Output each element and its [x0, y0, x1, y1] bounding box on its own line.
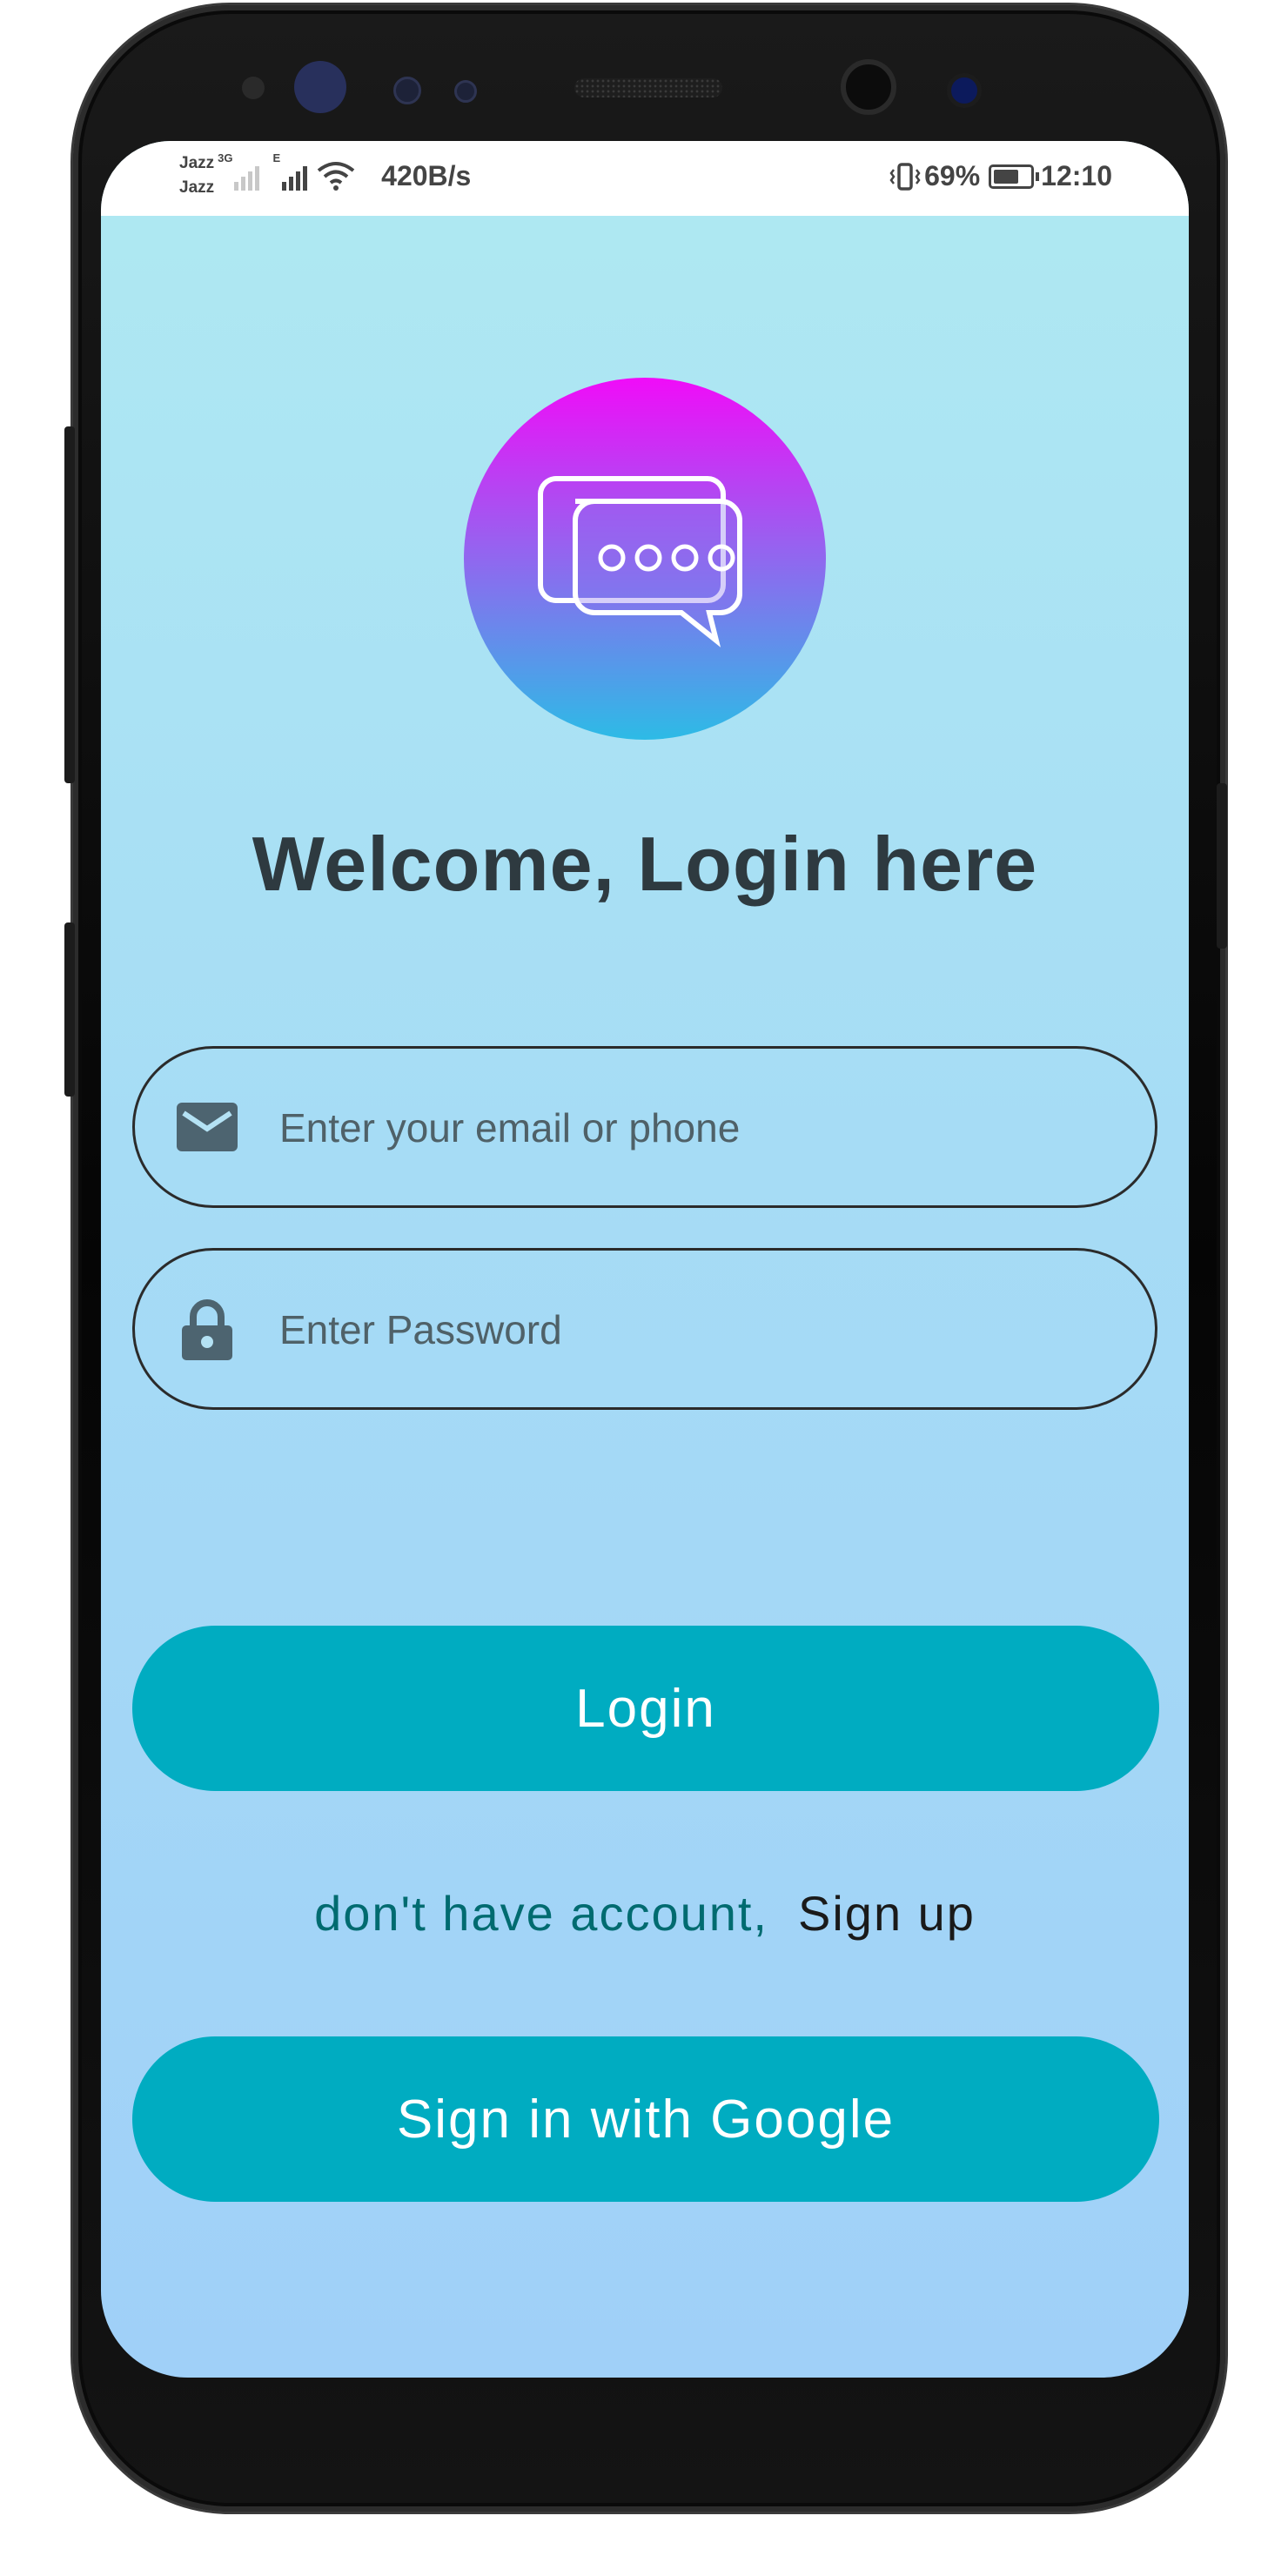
bixby-button	[64, 922, 75, 1097]
status-left: Jazz Jazz 3G E 420B/s	[179, 151, 471, 200]
carrier-names: Jazz Jazz	[179, 151, 214, 200]
password-field[interactable]	[132, 1248, 1157, 1410]
sensor-dot	[393, 77, 421, 104]
signup-prompt: don't have account,	[314, 1886, 768, 1941]
password-input[interactable]	[278, 1285, 1117, 1374]
login-button[interactable]: Login	[132, 1626, 1159, 1791]
lock-icon	[182, 1299, 232, 1360]
signal-icon	[234, 161, 262, 191]
email-input[interactable]	[278, 1083, 1117, 1172]
volume-button	[64, 426, 75, 783]
signup-row: don't have account, Sign up	[101, 1885, 1189, 1942]
page-title: Welcome, Login here	[252, 821, 1038, 907]
status-bar: Jazz Jazz 3G E 420B/s 69% 12:10	[101, 141, 1189, 216]
google-signin-button[interactable]: Sign in with Google	[132, 2036, 1159, 2202]
email-field[interactable]	[132, 1046, 1157, 1208]
app-logo	[464, 378, 826, 740]
signup-link[interactable]: Sign up	[798, 1886, 976, 1941]
network-type: E	[272, 151, 281, 164]
earpiece-speaker	[574, 78, 722, 97]
battery-icon	[989, 164, 1040, 189]
front-camera	[841, 59, 896, 115]
carrier-name: Jazz	[179, 178, 215, 197]
carrier-name: Jazz	[179, 154, 215, 172]
mail-icon	[177, 1103, 238, 1151]
status-right: 69% 12:10	[889, 160, 1112, 192]
sensor-dot	[454, 80, 477, 103]
power-button	[1217, 783, 1227, 949]
sensor-dot	[242, 77, 265, 99]
net-speed: 420B/s	[381, 159, 472, 191]
clock: 12:10	[1041, 160, 1112, 191]
chat-bubbles-icon	[538, 476, 742, 647]
app-screen: Jazz Jazz 3G E 420B/s 69% 12:10 Welcome,…	[101, 141, 1189, 2378]
network-type: 3G	[218, 151, 233, 164]
vibrate-icon	[889, 162, 921, 191]
proximity-sensor	[947, 73, 982, 108]
wifi-icon	[317, 162, 355, 191]
iris-scanner	[294, 61, 346, 113]
signal-icon	[282, 161, 310, 191]
battery-percent: 69%	[924, 160, 981, 191]
